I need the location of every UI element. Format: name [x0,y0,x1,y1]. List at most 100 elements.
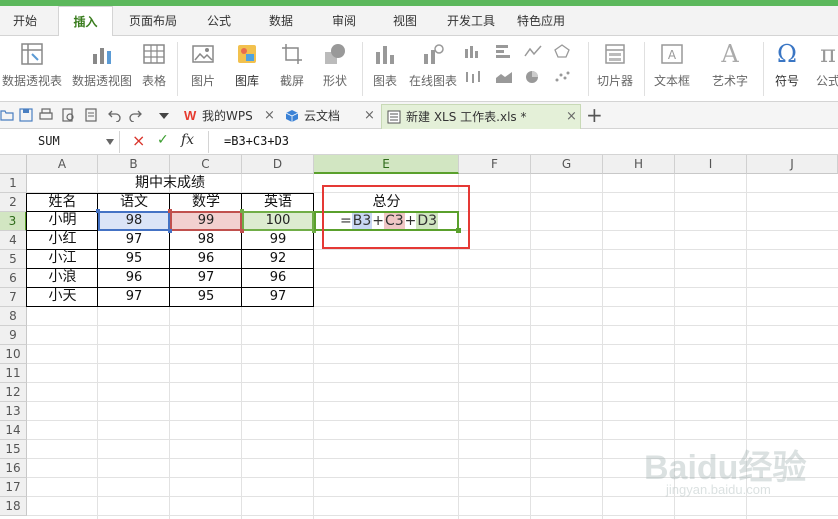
confirm-icon[interactable]: ✓ [157,132,169,148]
area-chart-icon[interactable] [495,70,513,84]
line-chart-icon[interactable] [524,44,542,58]
sheet-title[interactable]: 期中末成绩 [98,174,242,193]
chevron-down-icon[interactable] [106,139,114,145]
column-header-c[interactable]: C [170,155,242,174]
screenshot-button[interactable]: 截屏 [272,36,312,102]
cell-math[interactable]: 99 [170,211,242,230]
slicer-button[interactable]: 切片器 [592,36,638,102]
column-header-h[interactable]: H [603,155,675,174]
shapes-button[interactable]: 形状 [314,36,356,102]
column-header-d[interactable]: D [242,155,314,174]
row-header-14[interactable]: 14 [0,421,27,440]
bar-chart-icon[interactable] [495,44,513,58]
cell-english[interactable]: 96 [242,268,314,287]
close-icon[interactable]: × [566,105,577,129]
chart-button[interactable]: 图表 [366,36,404,102]
cell-name[interactable]: 小明 [27,211,98,230]
row-header-2[interactable]: 2 [0,193,27,212]
save-icon[interactable] [19,108,33,122]
function-icon[interactable]: fx [181,132,194,148]
row-header-15[interactable]: 15 [0,440,27,459]
tab-view[interactable]: 视图 [381,6,429,37]
column-header-i[interactable]: I [675,155,747,174]
row-header-10[interactable]: 10 [0,345,27,364]
row-header-4[interactable]: 4 [0,231,27,250]
chevron-down-icon[interactable] [158,111,170,121]
header-math[interactable]: 数学 [170,193,242,212]
close-icon[interactable]: × [264,104,275,128]
row-header-16[interactable]: 16 [0,459,27,478]
redo-icon[interactable] [129,108,143,122]
cell-math[interactable]: 98 [170,230,242,249]
column-header-b[interactable]: B [98,155,170,174]
cell-chinese[interactable]: 96 [98,268,170,287]
row-header-11[interactable]: 11 [0,364,27,383]
picture-button[interactable]: 图片 [183,36,223,102]
cell-english[interactable]: 92 [242,249,314,268]
row-header-17[interactable]: 17 [0,478,27,497]
column-header-g[interactable]: G [531,155,603,174]
cell-math[interactable]: 97 [170,268,242,287]
tab-review[interactable]: 审阅 [320,6,368,37]
header-english[interactable]: 英语 [242,193,314,212]
tab-home[interactable]: 开始 [0,6,50,37]
row-header-1[interactable]: 1 [0,174,27,193]
row-header-13[interactable]: 13 [0,402,27,421]
radar-chart-icon[interactable] [553,44,571,58]
row-header-7[interactable]: 7 [0,288,27,307]
textbox-button[interactable]: A 文本框 [648,36,696,102]
cell-math[interactable]: 95 [170,287,242,306]
tab-features[interactable]: 特色应用 [510,6,572,37]
column-header-a[interactable]: A [27,155,98,174]
close-icon[interactable]: × [364,104,375,128]
row-header-5[interactable]: 5 [0,250,27,269]
cell-math[interactable]: 96 [170,249,242,268]
cell-name[interactable]: 小天 [27,287,98,306]
row-header-18[interactable]: 18 [0,497,27,516]
cell-name[interactable]: 小红 [27,230,98,249]
gallery-button[interactable]: 图库 [226,36,268,102]
cancel-icon[interactable]: × [132,131,145,150]
wordart-button[interactable]: A 艺术字 [702,36,758,102]
doctab-cloud-docs[interactable]: 云文档 × [282,104,378,129]
row-header-8[interactable]: 8 [0,307,27,326]
print-preview-icon[interactable] [61,108,75,122]
column-chart-icon[interactable] [464,44,482,58]
column-header-f[interactable]: F [459,155,531,174]
cell-chinese[interactable]: 95 [98,249,170,268]
cell-english[interactable]: 99 [242,230,314,249]
name-box[interactable]: SUM [0,131,120,153]
undo-icon[interactable] [107,108,121,122]
cell-chinese[interactable]: 97 [98,230,170,249]
open-folder-icon[interactable] [0,108,14,122]
table-button[interactable]: 表格 [138,36,170,102]
equation-button[interactable]: π 公式 [810,36,838,102]
print-icon[interactable] [39,108,53,122]
cell-chinese[interactable]: 97 [98,287,170,306]
add-tab-icon[interactable]: + [586,102,603,128]
tab-developer[interactable]: 开发工具 [440,6,502,37]
header-chinese[interactable]: 语文 [98,193,170,212]
preview-icon[interactable] [84,108,98,122]
symbol-button[interactable]: Ω 符号 [766,36,808,102]
stock-chart-icon[interactable] [464,70,482,84]
row-header-6[interactable]: 6 [0,269,27,288]
cell-english[interactable]: 100 [242,211,314,230]
select-all-corner[interactable] [0,155,27,174]
row-header-9[interactable]: 9 [0,326,27,345]
tab-data[interactable]: 数据 [257,6,305,37]
tab-formulas[interactable]: 公式 [195,6,243,37]
cell-name[interactable]: 小浪 [27,268,98,287]
column-header-j[interactable]: J [747,155,838,174]
cell-english[interactable]: 97 [242,287,314,306]
formula-input[interactable]: =B3+C3+D3 [224,134,289,148]
header-name[interactable]: 姓名 [27,193,98,212]
row-header-12[interactable]: 12 [0,383,27,402]
column-header-e[interactable]: E [314,155,459,174]
doctab-my-wps[interactable]: W 我的WPS × [180,104,280,129]
tab-page-layout[interactable]: 页面布局 [118,6,188,37]
online-chart-button[interactable]: 在线图表 [406,36,460,102]
cell-name[interactable]: 小江 [27,249,98,268]
scatter-chart-icon[interactable] [553,70,571,84]
cell-chinese[interactable]: 98 [98,211,170,230]
